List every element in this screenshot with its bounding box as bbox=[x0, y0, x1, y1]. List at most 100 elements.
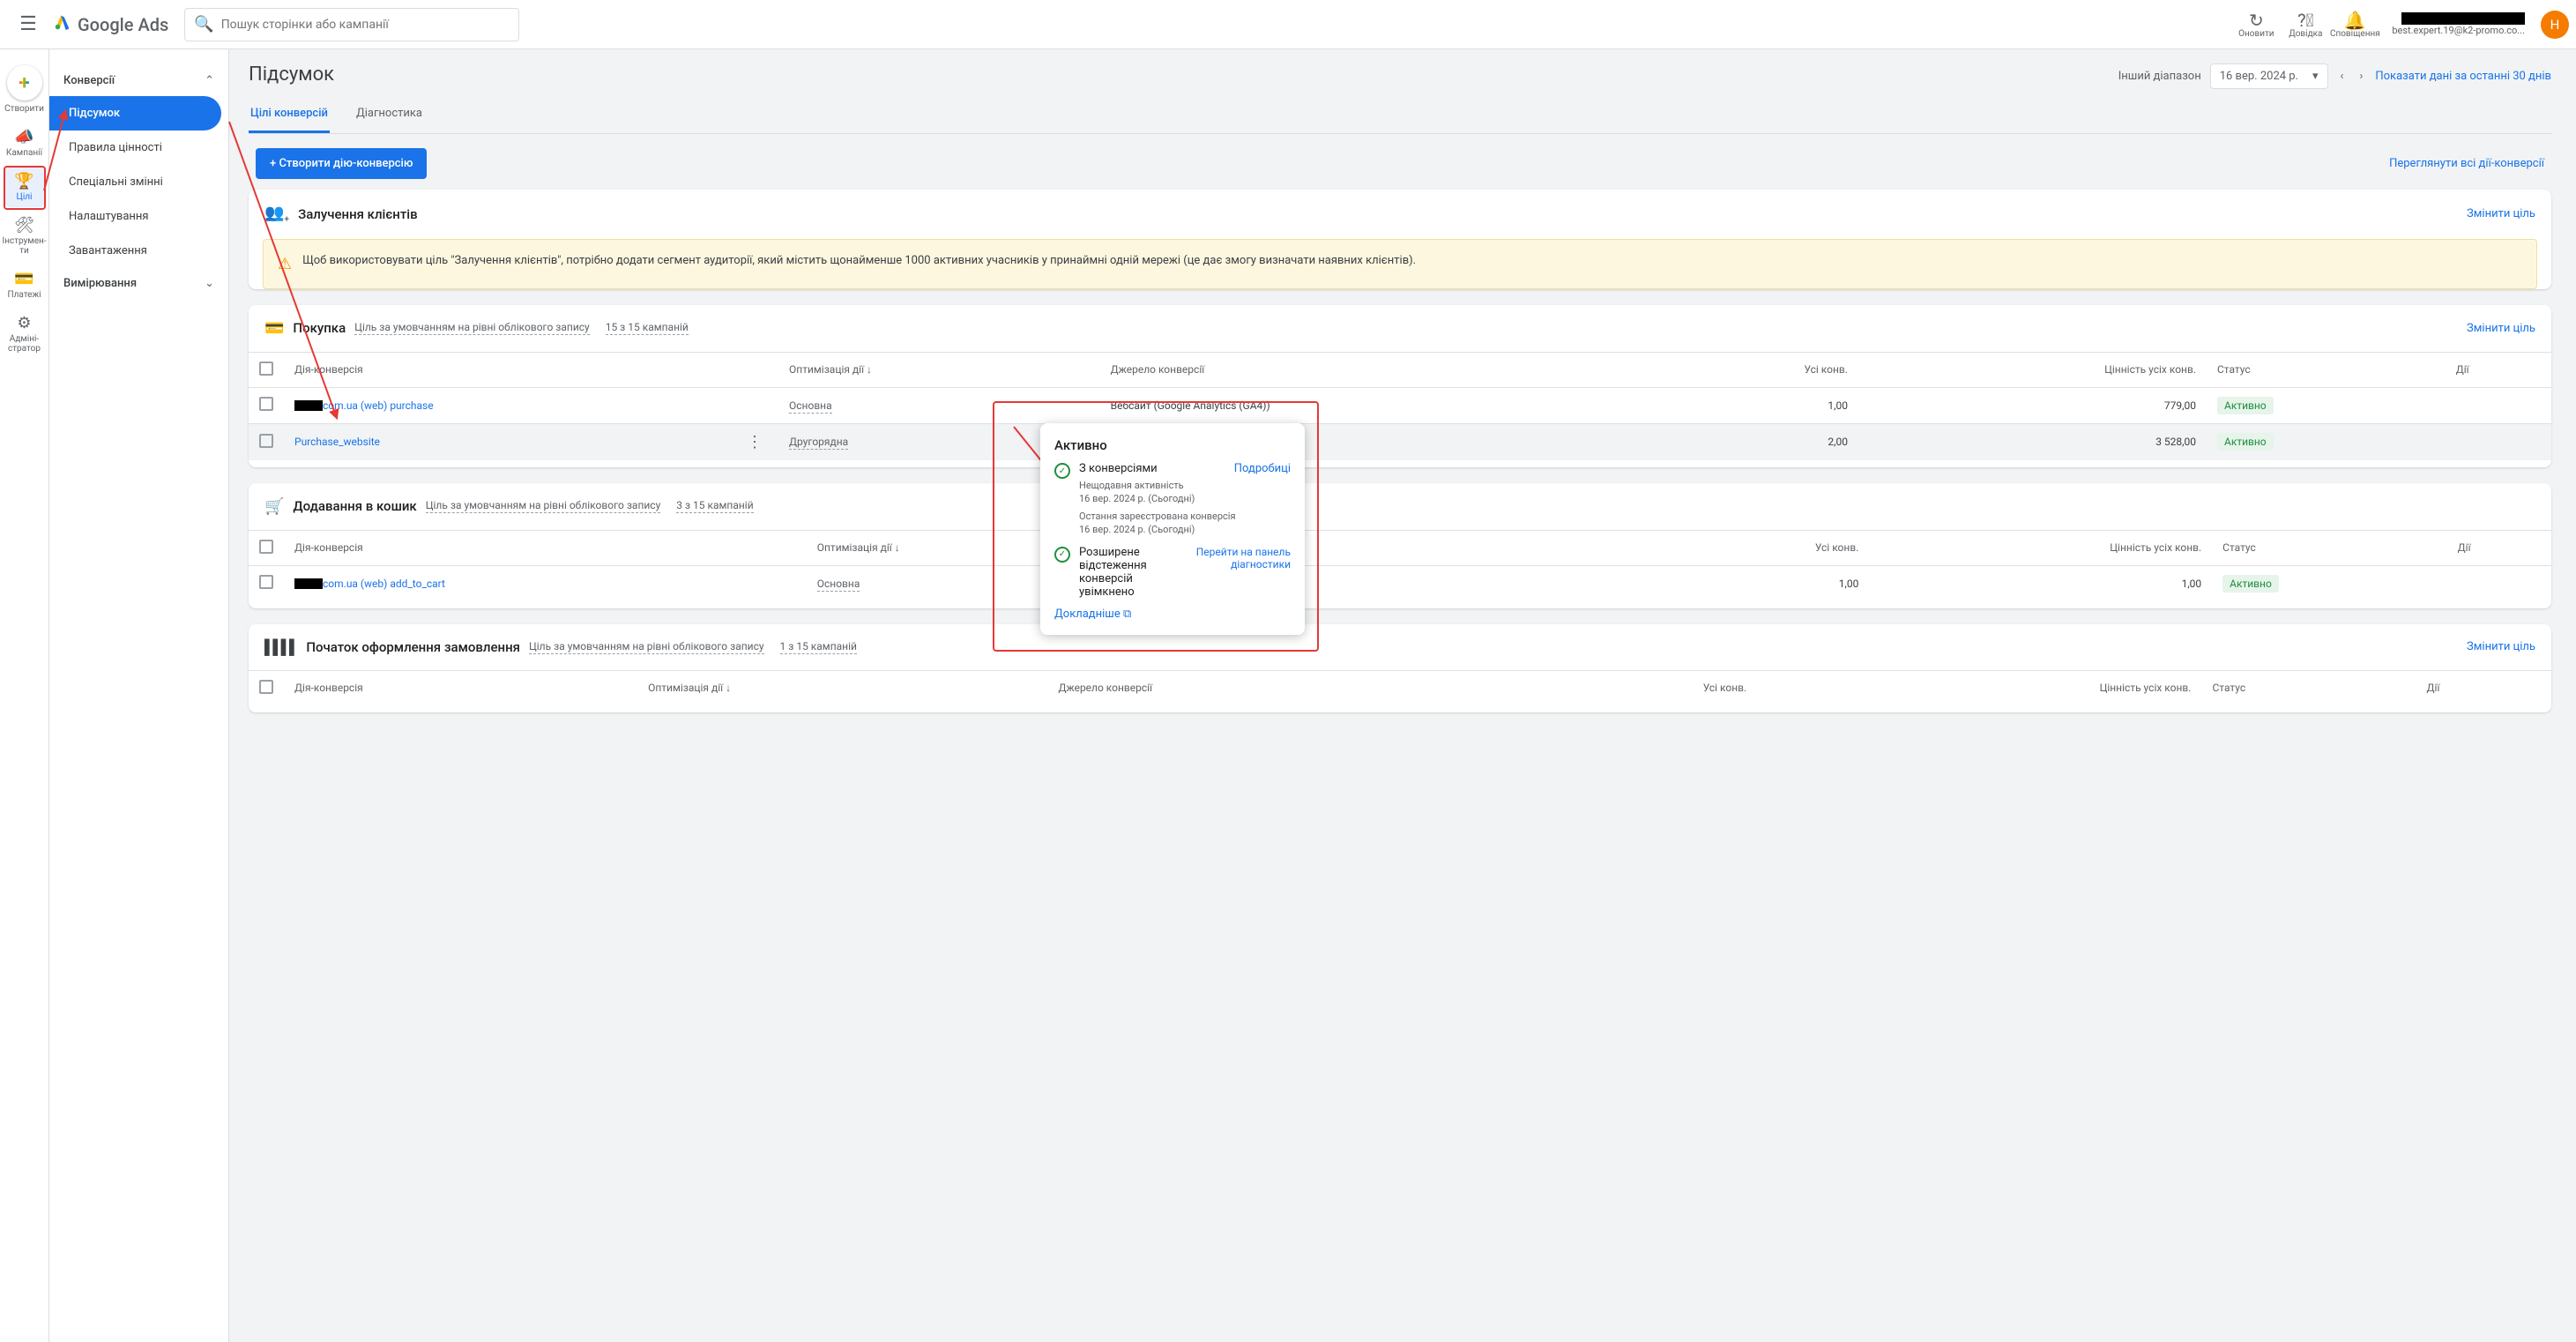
page-title: Підсумок bbox=[249, 63, 334, 86]
person-add-icon: 👥+ bbox=[264, 204, 289, 225]
side-item-value-rules[interactable]: Правила цінності bbox=[49, 130, 228, 165]
side-item-custom-vars[interactable]: Спеціальні змінні bbox=[49, 165, 228, 199]
search-box[interactable]: 🔍 bbox=[184, 8, 519, 41]
cart-icon: 🛒 bbox=[264, 497, 284, 516]
edit-goal-purchase[interactable]: Змінити ціль bbox=[2467, 322, 2535, 335]
side-section-conversions[interactable]: Конверсії ⌃ bbox=[49, 65, 228, 96]
account-email: best.expert.19@k2-promo.co... bbox=[2392, 25, 2525, 36]
search-input[interactable] bbox=[221, 18, 510, 32]
create-button[interactable]: + Створити bbox=[4, 60, 46, 119]
account-info[interactable]: best.expert.19@k2-promo.co... bbox=[2392, 12, 2525, 36]
sort-down-icon: ↓ bbox=[867, 363, 872, 376]
warning-icon: ⚠ bbox=[278, 252, 292, 276]
card-purchase: 💳 Покупка Ціль за умовчанням на рівні об… bbox=[249, 305, 2551, 467]
create-conversion-button[interactable]: + Створити дію-конверсію bbox=[256, 148, 427, 179]
logo-text: Google Ads bbox=[78, 14, 168, 35]
tab-goals[interactable]: Цілі конверсій bbox=[249, 96, 330, 133]
trophy-icon: 🏆 bbox=[14, 172, 34, 190]
more-menu-icon[interactable]: ⋮ bbox=[741, 433, 768, 451]
card-customers: 👥+ Залучення клієнтів Змінити ціль ⚠ Щоб… bbox=[249, 190, 2551, 289]
status-badge: Активно bbox=[2217, 433, 2274, 451]
tabs: Цілі конверсій Діагностика bbox=[249, 96, 2551, 134]
checkbox-row[interactable] bbox=[259, 575, 273, 589]
conversion-link[interactable]: com.ua (web) purchase bbox=[323, 399, 434, 412]
card-icon: 💳 bbox=[14, 270, 34, 288]
nav-campaigns[interactable]: 📣 Кампанії bbox=[4, 123, 46, 163]
check-circle-icon: ✓ bbox=[1054, 547, 1070, 563]
checkbox-all[interactable] bbox=[259, 680, 273, 694]
account-name-redacted bbox=[2401, 12, 2525, 25]
external-link-icon: ⧉ bbox=[1123, 608, 1131, 621]
edit-goal-customers[interactable]: Змінити ціль bbox=[2467, 207, 2535, 220]
help-icon: ?⃝ bbox=[2297, 10, 2313, 31]
dropdown-icon: ▾ bbox=[2312, 70, 2319, 83]
sort-down-icon: ↓ bbox=[726, 682, 731, 694]
details-link[interactable]: Подробиці bbox=[1234, 462, 1291, 475]
table-header-row: Дія-конверсія Оптимізація дії ↓ Джерело … bbox=[249, 670, 2551, 705]
logo[interactable]: Google Ads bbox=[49, 12, 168, 37]
refresh-icon: ↻ bbox=[2249, 10, 2264, 31]
learn-more-link[interactable]: Докладніше ⧉ bbox=[1054, 608, 1131, 621]
table-header-row: Дія-конверсія Оптимізація дії ↓ Джерело … bbox=[249, 530, 2551, 565]
wrench-icon: 🛠 bbox=[14, 216, 34, 235]
edit-goal-checkout[interactable]: Змінити ціль bbox=[2467, 640, 2535, 653]
diagnostics-link[interactable]: Перейти на панель діагностики bbox=[1174, 546, 1291, 599]
card-icon: 💳 bbox=[264, 319, 284, 338]
conversion-link[interactable]: com.ua (web) add_to_cart bbox=[323, 578, 445, 590]
sort-down-icon: ↓ bbox=[895, 541, 900, 554]
bell-icon: 🔔 bbox=[2344, 10, 2366, 31]
barcode-icon: ▌▌▌▌ bbox=[264, 638, 297, 656]
view-all-conversions-link[interactable]: Переглянути всі дії-конверсії bbox=[2389, 157, 2544, 170]
side-item-summary[interactable]: Підсумок bbox=[49, 96, 221, 130]
avatar[interactable]: Н bbox=[2541, 11, 2569, 39]
nav-goals[interactable]: 🏆 Цілі bbox=[4, 167, 46, 207]
default-goal-chip[interactable]: Ціль за умовчанням на рівні облікового з… bbox=[354, 321, 590, 335]
checkbox-row[interactable] bbox=[259, 397, 273, 411]
conversion-link[interactable]: Purchase_website bbox=[294, 436, 380, 448]
default-goal-chip[interactable]: Ціль за умовчанням на рівні облікового з… bbox=[529, 640, 764, 654]
campaign-count-chip[interactable]: 3 з 15 кампаній bbox=[676, 499, 753, 513]
date-last-30-link[interactable]: Показати дані за останні 30 днів bbox=[2375, 70, 2551, 83]
date-prev[interactable]: ‹ bbox=[2337, 66, 2348, 86]
card-add-to-cart: 🛒 Додавання в кошик Ціль за умовчанням н… bbox=[249, 483, 2551, 608]
checkbox-all[interactable] bbox=[259, 362, 273, 376]
gear-icon: ⚙ bbox=[17, 314, 31, 332]
status-badge: Активно bbox=[2222, 575, 2279, 593]
side-item-settings[interactable]: Налаштування bbox=[49, 199, 228, 234]
refresh-button[interactable]: ↻ Оновити bbox=[2233, 4, 2279, 46]
table-row[interactable]: com.ua (web) purchase Основна Вебсайт (G… bbox=[249, 387, 2551, 423]
redacted-text bbox=[294, 400, 323, 411]
default-goal-chip[interactable]: Ціль за умовчанням на рівні облікового з… bbox=[426, 499, 661, 513]
date-picker[interactable]: 16 вер. 2024 р. ▾ bbox=[2210, 63, 2328, 89]
checkbox-all[interactable] bbox=[259, 540, 273, 554]
megaphone-icon: 📣 bbox=[14, 128, 34, 146]
google-ads-logo-icon bbox=[53, 12, 72, 37]
help-button[interactable]: ?⃝ Довідка bbox=[2282, 4, 2328, 46]
side-item-download[interactable]: Завантаження bbox=[49, 234, 228, 268]
tab-diagnostics[interactable]: Діагностика bbox=[354, 96, 424, 133]
plus-icon: + bbox=[7, 65, 42, 101]
campaign-count-chip[interactable]: 15 з 15 кампаній bbox=[606, 321, 689, 335]
checkbox-row[interactable] bbox=[259, 434, 273, 448]
nav-admin[interactable]: ⚙ Адміні- стратор bbox=[4, 309, 46, 359]
search-icon: 🔍 bbox=[194, 15, 213, 34]
check-circle-icon: ✓ bbox=[1054, 463, 1070, 479]
card-checkout: ▌▌▌▌ Початок оформлення замовлення Ціль … bbox=[249, 624, 2551, 712]
hamburger-menu[interactable]: ☰ bbox=[7, 4, 49, 46]
nav-tools[interactable]: 🛠 Інструмен- ти bbox=[4, 211, 46, 261]
campaign-count-chip[interactable]: 1 з 15 кампаній bbox=[780, 640, 857, 654]
table-header-row: Дія-конверсія Оптимізація дії ↓ Джерело … bbox=[249, 352, 2551, 387]
date-range-label: Інший діапазон bbox=[2118, 70, 2201, 83]
table-row[interactable]: Purchase_website ⋮ Другорядна Вебсайт 2,… bbox=[249, 423, 2551, 460]
nav-billing[interactable]: 💳 Платежі bbox=[4, 265, 46, 305]
customers-alert: ⚠ Щоб використовувати ціль "Залучення кл… bbox=[263, 239, 2537, 289]
popover-title: Активно bbox=[1054, 437, 1291, 453]
date-next[interactable]: › bbox=[2356, 66, 2366, 86]
notifications-button[interactable]: 🔔 Сповіщення bbox=[2332, 4, 2378, 46]
chevron-up-icon: ⌃ bbox=[205, 74, 214, 87]
side-section-measurement[interactable]: Вимірювання ⌄ bbox=[49, 268, 228, 299]
chevron-down-icon: ⌄ bbox=[205, 277, 214, 290]
status-badge: Активно bbox=[2217, 397, 2274, 414]
redacted-text bbox=[294, 578, 323, 589]
table-row[interactable]: com.ua (web) add_to_cart Основна Вебсайт… bbox=[249, 565, 2551, 601]
